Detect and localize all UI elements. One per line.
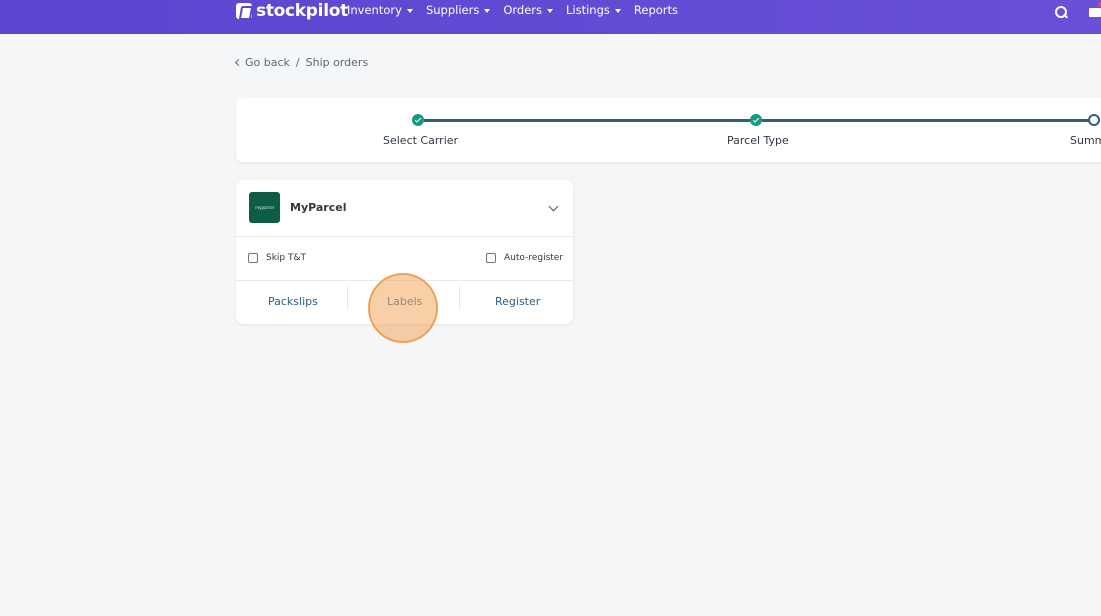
myparcel-logo: myparcel (249, 192, 280, 223)
nav-reports[interactable]: Reports (634, 3, 678, 17)
step-label-summary: Summ (1070, 134, 1101, 147)
register-button[interactable]: Register (495, 295, 540, 308)
divider (459, 285, 460, 309)
breadcrumb-separator: / (295, 56, 300, 69)
carrier-card: myparcel MyParcel Skip T&T Auto-register… (236, 180, 573, 324)
step-connector (424, 119, 756, 122)
carrier-header[interactable]: myparcel MyParcel (236, 180, 573, 237)
stockpilot-logo-icon (236, 3, 252, 19)
caret-down-icon (406, 9, 413, 13)
skip-tt-checkbox[interactable]: Skip T&T (248, 253, 306, 263)
checkbox-icon[interactable] (248, 253, 258, 263)
step-connector (762, 119, 1092, 122)
caret-down-icon (614, 9, 621, 13)
chevron-down-icon[interactable] (548, 201, 559, 212)
carrier-name: MyParcel (290, 201, 347, 214)
search-icon[interactable] (1055, 6, 1067, 18)
breadcrumb-current: Ship orders (305, 56, 369, 69)
top-icons (1055, 2, 1101, 18)
step-label-select-carrier: Select Carrier (383, 134, 459, 147)
nav-suppliers[interactable]: Suppliers (426, 3, 491, 17)
brand[interactable]: stockpilot (236, 1, 348, 21)
nav-listings[interactable]: Listings (566, 3, 621, 17)
labels-button[interactable]: Labels (387, 295, 422, 308)
stepper: Select Carrier Parcel Type Summ (236, 98, 1101, 162)
step-done-check-icon (412, 114, 424, 126)
step-done-check-icon (750, 114, 762, 126)
chevron-left-icon (234, 58, 243, 67)
top-navbar: stockpilot Inventory Suppliers Orders Li… (0, 0, 1101, 34)
nav-orders[interactable]: Orders (503, 3, 553, 17)
carrier-actions: Packslips Labels Register (236, 281, 573, 324)
breadcrumb: Go back / Ship orders (234, 56, 369, 69)
mail-icon[interactable] (1089, 2, 1101, 17)
main-nav: Inventory Suppliers Orders Listings Repo… (347, 3, 678, 17)
auto-register-checkbox[interactable]: Auto-register (486, 253, 563, 263)
nav-inventory[interactable]: Inventory (347, 3, 413, 17)
checkbox-icon[interactable] (486, 253, 496, 263)
go-back-link[interactable]: Go back (234, 56, 290, 69)
caret-down-icon (547, 9, 553, 13)
carrier-options: Skip T&T Auto-register (236, 237, 573, 281)
step-label-parcel-type: Parcel Type (727, 134, 789, 147)
brand-name: stockpilot (256, 1, 348, 21)
divider (347, 285, 348, 309)
packslips-button[interactable]: Packslips (268, 295, 318, 308)
caret-down-icon (484, 9, 491, 13)
step-current-circle-icon (1088, 114, 1100, 126)
